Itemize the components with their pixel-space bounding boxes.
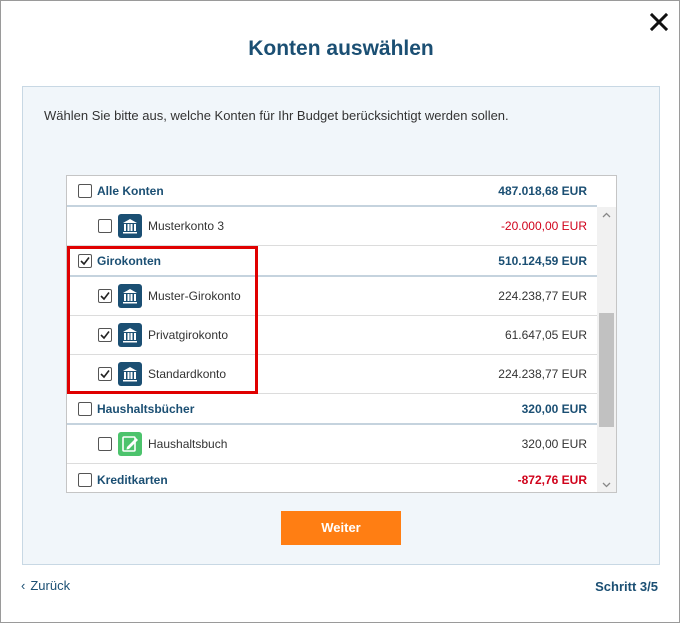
scroll-thumb[interactable]	[599, 313, 614, 427]
checkbox-standardkonto[interactable]	[98, 367, 112, 381]
intro-text: Wählen Sie bitte aus, welche Konten für …	[44, 108, 509, 123]
chevron-left-icon: ‹	[21, 578, 26, 593]
account-label: Privatgirokonto	[148, 328, 229, 342]
group-row-all-accounts[interactable]: Alle Konten 487.018,68 EUR	[67, 176, 597, 207]
account-amount: 224.238,77 EUR	[498, 289, 587, 303]
checkbox-muster-girokonto[interactable]	[98, 289, 112, 303]
account-selection-dialog: Konten auswählen Wählen Sie bitte aus, w…	[0, 0, 680, 623]
close-icon[interactable]	[648, 11, 670, 33]
checkbox-privatgirokonto[interactable]	[98, 328, 112, 342]
group-amount: -872,76 EUR	[517, 472, 587, 487]
checkbox-musterkonto-3[interactable]	[98, 219, 112, 233]
account-row-musterkonto-3[interactable]: Musterkonto 3 -20.000,00 EUR	[67, 207, 597, 246]
bank-icon	[118, 284, 142, 308]
step-indicator: Schritt 3/5	[595, 579, 658, 594]
checkbox-girokonten[interactable]	[78, 253, 92, 268]
bank-icon	[118, 214, 142, 238]
account-amount: -20.000,00 EUR	[500, 219, 587, 233]
account-list: Alle Konten 487.018,68 EUR Musterkonto 3…	[66, 175, 617, 493]
checkbox-haushaltsbuecher[interactable]	[78, 401, 92, 416]
checkbox-kreditkarten[interactable]	[78, 472, 92, 487]
scroll-up-arrow-icon[interactable]	[597, 207, 616, 224]
group-label: Alle Konten	[97, 183, 164, 198]
account-label: Haushaltsbuch	[148, 437, 228, 451]
scroll-down-arrow-icon[interactable]	[597, 476, 616, 492]
account-row-standardkonto[interactable]: Standardkonto 224.238,77 EUR	[67, 355, 597, 394]
account-label: Musterkonto 3	[148, 219, 225, 233]
account-row-privatgirokonto[interactable]: Privatgirokonto 61.647,05 EUR	[67, 316, 597, 355]
bank-icon	[118, 362, 142, 386]
group-row-kreditkarten[interactable]: Kreditkarten -872,76 EUR	[67, 464, 597, 492]
list-scrollbar[interactable]	[597, 207, 616, 492]
group-amount: 487.018,68 EUR	[498, 183, 587, 198]
bank-icon	[118, 323, 142, 347]
account-amount: 224.238,77 EUR	[498, 367, 587, 381]
checkbox-haushaltsbuch[interactable]	[98, 437, 112, 451]
back-label: Zurück	[30, 578, 71, 593]
group-amount: 510.124,59 EUR	[498, 253, 587, 268]
account-row-haushaltsbuch[interactable]: Haushaltsbuch 320,00 EUR	[67, 425, 597, 464]
dialog-title: Konten auswählen	[248, 37, 434, 60]
account-row-muster-girokonto[interactable]: Muster-Girokonto 224.238,77 EUR	[67, 277, 597, 316]
group-amount: 320,00 EUR	[521, 401, 587, 416]
group-label: Kreditkarten	[97, 472, 168, 487]
notebook-icon	[118, 432, 142, 456]
group-label: Girokonten	[97, 253, 162, 268]
checkbox-all-accounts[interactable]	[78, 183, 92, 198]
back-link[interactable]: ‹ Zurück	[21, 578, 70, 593]
account-label: Standardkonto	[148, 367, 227, 381]
group-row-haushaltsbuecher[interactable]: Haushaltsbücher 320,00 EUR	[67, 394, 597, 425]
group-row-girokonten[interactable]: Girokonten 510.124,59 EUR	[67, 246, 597, 277]
content-panel: Wählen Sie bitte aus, welche Konten für …	[22, 86, 660, 565]
group-label: Haushaltsbücher	[97, 401, 195, 416]
account-label: Muster-Girokonto	[148, 289, 241, 303]
account-amount: 320,00 EUR	[521, 437, 587, 451]
next-button[interactable]: Weiter	[281, 511, 401, 545]
account-amount: 61.647,05 EUR	[504, 328, 587, 342]
